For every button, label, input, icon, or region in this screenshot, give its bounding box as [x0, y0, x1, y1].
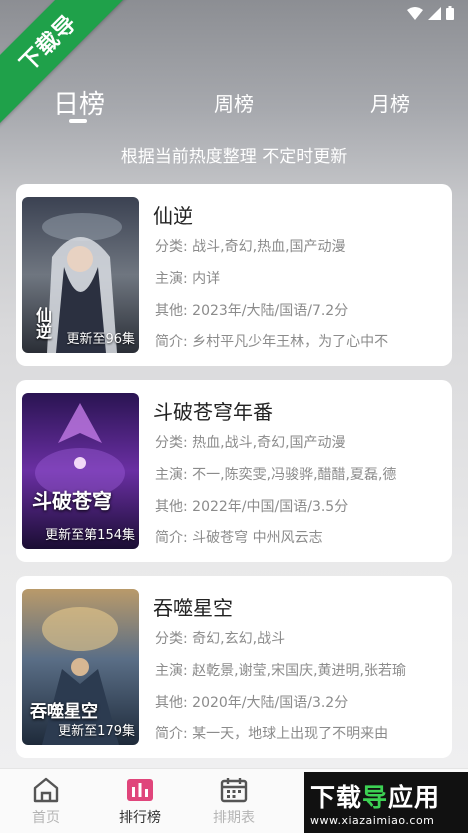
- nav-label: 排行榜: [119, 810, 161, 826]
- cast-row: 主演: 赵乾景,谢莹,宋国庆,黄进明,张若瑜: [155, 663, 406, 679]
- watermark-logo: 下载导应用 www.xiazaimiao.com: [304, 772, 468, 833]
- nav-ranking[interactable]: 排行榜: [110, 777, 170, 827]
- ranking-card[interactable]: 吞噬星空 更新至179集 吞噬星空 分类: 奇幻,玄幻,战斗 主演: 赵乾景,谢…: [16, 576, 452, 758]
- nav-label: 排期表: [213, 810, 255, 826]
- cast-row: 主演: 内详: [155, 271, 221, 287]
- category-row: 分类: 热血,战斗,奇幻,国产动漫: [155, 435, 346, 451]
- nav-label: 首页: [32, 810, 60, 826]
- ranking-card[interactable]: 仙逆 更新至96集 仙逆 分类: 战斗,奇幻,热血,国产动漫 主演: 内详 其他…: [16, 184, 452, 366]
- watermark-url: www.xiazaimiao.com: [310, 814, 435, 827]
- category-row: 分类: 战斗,奇幻,热血,国产动漫: [155, 239, 346, 255]
- card-title[interactable]: 斗破苍穹年番: [153, 396, 273, 425]
- card-title[interactable]: 吞噬星空: [153, 592, 233, 621]
- intro-row: 简介: 斗破苍穹 中州风云志: [155, 530, 323, 546]
- nav-home[interactable]: 首页: [16, 777, 76, 827]
- poster-logo: 吞噬星空: [30, 702, 98, 722]
- calendar-icon: [220, 778, 248, 803]
- tab-monthly[interactable]: 月榜: [362, 88, 418, 117]
- category-row: 分类: 奇幻,玄幻,战斗: [155, 631, 286, 647]
- chart-icon: [127, 779, 153, 801]
- ranking-card[interactable]: 斗破苍穹 更新至第154集 斗破苍穹年番 分类: 热血,战斗,奇幻,国产动漫 主…: [16, 380, 452, 562]
- tab-daily[interactable]: 日榜: [48, 84, 110, 121]
- status-bar: [407, 6, 454, 20]
- ranking-tabs: 日榜 周榜 月榜: [0, 78, 468, 128]
- battery-icon: [446, 6, 454, 20]
- episode-badge: 更新至96集: [66, 332, 135, 347]
- cast-row: 主演: 不一,陈奕雯,冯骏骅,醋醋,夏磊,德: [155, 467, 397, 483]
- nav-schedule[interactable]: 排期表: [204, 777, 264, 827]
- poster-image[interactable]: 吞噬星空 更新至179集: [22, 589, 139, 745]
- watermark-title: 下载导应用: [310, 783, 441, 812]
- active-tab-indicator: [69, 119, 87, 123]
- other-row: 其他: 2022年/中国/国语/3.5分: [155, 499, 349, 515]
- poster-image[interactable]: 斗破苍穹 更新至第154集: [22, 393, 139, 549]
- card-title[interactable]: 仙逆: [153, 200, 193, 229]
- signal-icon: [428, 6, 441, 20]
- poster-logo: 仙逆: [33, 307, 52, 339]
- tab-weekly[interactable]: 周榜: [206, 88, 262, 117]
- episode-badge: 更新至第154集: [45, 528, 135, 543]
- ranking-subtitle: 根据当前热度整理 不定时更新: [120, 147, 348, 167]
- other-row: 其他: 2023年/大陆/国语/7.2分: [155, 303, 349, 319]
- poster-logo: 斗破苍穹: [32, 489, 112, 513]
- wifi-icon: [407, 6, 423, 20]
- intro-row: 简介: 乡村平凡少年王林，为了心中不: [155, 334, 389, 350]
- episode-badge: 更新至179集: [58, 724, 135, 739]
- other-row: 其他: 2020年/大陆/国语/3.2分: [155, 695, 349, 711]
- intro-row: 简介: 某一天，地球上出现了不明来由: [155, 726, 389, 742]
- poster-image[interactable]: 仙逆 更新至96集: [22, 197, 139, 353]
- home-icon: [33, 777, 59, 803]
